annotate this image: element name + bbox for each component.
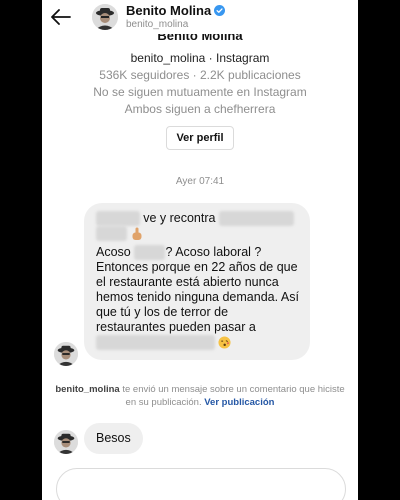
message-line: xxxxxxx ve y recontra xxxxxxxxxxxx xyxy=(96,211,300,226)
profile-username-platform: benito_molina · Instagram xyxy=(130,51,270,65)
message-composer[interactable] xyxy=(56,468,346,500)
message-bubble[interactable]: Besos xyxy=(84,423,143,454)
middle-finger-emoji-icon xyxy=(132,227,142,240)
message-bubble[interactable]: xxxxxxx ve y recontra xxxxxxxxxxxx xxxxx… xyxy=(84,203,310,360)
message-timestamp: Ayer 07:41 xyxy=(175,176,225,187)
chat-screen: Benito Molina benito_molina Benito Molin… xyxy=(42,0,358,500)
avatar[interactable] xyxy=(54,430,78,454)
message-text: ? Acoso laboral ? xyxy=(165,245,262,259)
post-reply-notice: benito_molina te envió un mensaje sobre … xyxy=(50,383,350,409)
avatar[interactable] xyxy=(54,342,78,366)
left-letterbox xyxy=(0,0,42,500)
message-text: Besos xyxy=(96,431,131,445)
header-name: Benito Molina xyxy=(126,3,212,18)
message-line: xxxxx xyxy=(96,226,300,241)
redacted-text: xxxxxxxxxxxxxxxxxxx xyxy=(96,335,215,350)
redacted-text: xxxxx xyxy=(134,245,166,260)
redacted-text: xxxxx xyxy=(96,226,128,241)
message-body: Entonces porque en 22 años de que el res… xyxy=(96,260,299,334)
redacted-text: xxxxxxx xyxy=(96,211,140,226)
view-profile-button[interactable]: Ver perfil xyxy=(166,126,234,150)
view-post-link[interactable]: Ver publicación xyxy=(204,397,274,408)
message-text: Acoso xyxy=(96,245,135,259)
profile-summary: Benito Molina benito_molina · Instagram … xyxy=(42,26,358,150)
profile-stats: 536K seguidores · 2.2K publicaciones xyxy=(99,68,301,82)
avatar[interactable] xyxy=(92,4,118,30)
profile-followed-by: Ambos siguen a chefherrera xyxy=(124,102,276,116)
right-letterbox xyxy=(358,0,400,500)
profile-mutual-status: No se siguen mutuamente en Instagram xyxy=(93,85,307,99)
header-username: benito_molina xyxy=(126,19,189,30)
message-line: xxxxxxxxxxxxxxxxxxx xyxy=(96,335,300,350)
message-text: ve y recontra xyxy=(139,211,219,225)
redacted-text: xxxxxxxxxxxx xyxy=(218,211,294,226)
verified-badge-icon xyxy=(214,5,226,16)
header-name-row[interactable]: Benito Molina xyxy=(126,3,226,18)
message-line: Acoso xxxxx? Acoso laboral ? xyxy=(96,245,300,260)
chat-header: Benito Molina benito_molina xyxy=(42,0,358,34)
notice-user: benito_molina xyxy=(55,384,120,395)
arrow-left-icon[interactable] xyxy=(50,6,72,28)
kiss-emoji-icon xyxy=(218,336,231,349)
